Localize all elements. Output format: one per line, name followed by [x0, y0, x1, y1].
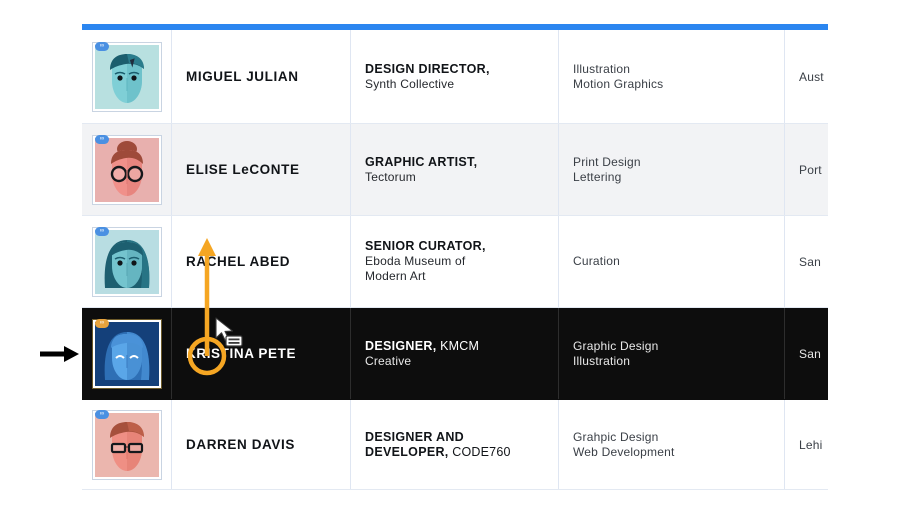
person-name: KRISTINA PETE [186, 346, 297, 361]
skills-cell: Graphic Design Illustration [559, 308, 785, 399]
skill-tag: Curation [573, 254, 620, 268]
location-text: San [799, 254, 821, 269]
avatar-cell: ∞ [82, 400, 172, 489]
name-cell: MIGUEL JULIAN [172, 30, 351, 123]
screenshot-stage: ∞ MIGUEL JULIAN DESIGN DIRECTOR, Synth Coll… [0, 0, 900, 506]
avatar-cell: ∞ [82, 30, 172, 123]
name-cell: KRISTINA PETE [172, 308, 351, 399]
role-title: DESIGNER AND DEVELOPER, CODE760 [365, 429, 511, 459]
role-cell: GRAPHIC ARTIST, Tectorum [351, 124, 559, 215]
location-cell: Port [785, 124, 828, 215]
name-cell: RACHEL ABED [172, 216, 351, 307]
avatar-illustration [94, 229, 159, 294]
skill-tag: Illustration [573, 61, 631, 76]
avatar-darren-davis[interactable]: ∞ [91, 409, 162, 480]
skills-cell: Curation [559, 216, 785, 307]
avatar-kristina-pete[interactable]: ∞ [91, 318, 162, 389]
link-icon: ∞ [94, 409, 109, 419]
table-row[interactable]: ∞ KRISTINA PETE DESIGNER, KMCM Creative Grap… [82, 308, 828, 400]
role-cell: SENIOR CURATOR, Eboda Museum of Modern Art [351, 216, 559, 307]
drag-cursor-icon [215, 317, 243, 347]
link-icon: ∞ [94, 318, 109, 328]
avatar-illustration [94, 137, 159, 202]
avatar-cell: ∞ [82, 308, 172, 399]
role-title: GRAPHIC ARTIST, [365, 154, 478, 169]
role-detail: Creative [365, 353, 412, 368]
avatar-illustration [94, 412, 159, 477]
role-detail: Tectorum [365, 169, 416, 184]
role-title: SENIOR CURATOR, [365, 239, 486, 253]
directory-table-rows: ∞ MIGUEL JULIAN DESIGN DIRECTOR, Synth Coll… [82, 30, 828, 490]
skill-tag: Grahpic Design [573, 429, 659, 444]
role-company: CODE760 [448, 444, 511, 459]
role-cell: DESIGNER, KMCM Creative [351, 308, 559, 399]
location-cell: Lehi [785, 400, 828, 489]
role-cell: DESIGNER AND DEVELOPER, CODE760 [351, 400, 559, 489]
avatar-illustration [94, 321, 159, 386]
skill-tag: Motion Graphics [573, 76, 664, 91]
skill-tag: Print Design [573, 154, 641, 169]
table-row[interactable]: ∞ MIGUEL JULIAN DESIGN DIRECTOR, Synth Coll… [82, 30, 828, 124]
location-cell: San [785, 308, 828, 399]
location-text: San [799, 346, 821, 361]
avatar-cell: ∞ [82, 216, 172, 307]
role-title: DESIGNER, KMCM [365, 338, 480, 353]
skill-tag: Illustration [573, 353, 631, 368]
link-icon: ∞ [94, 226, 109, 236]
role-cell: DESIGN DIRECTOR, Synth Collective [351, 30, 559, 123]
location-text: Port [799, 162, 822, 177]
directory-table-viewport: ∞ MIGUEL JULIAN DESIGN DIRECTOR, Synth Coll… [82, 24, 828, 490]
role-detail: Synth Collective [365, 76, 455, 91]
role-company: KMCM [436, 338, 480, 353]
skills-cell: Print Design Lettering [559, 124, 785, 215]
link-icon: ∞ [94, 134, 109, 144]
role-title: DESIGN DIRECTOR, [365, 61, 490, 76]
table-row[interactable]: ∞ RACHEL ABED SENIOR CURATOR, Eboda Museum … [82, 216, 828, 308]
avatar-cell: ∞ [82, 124, 172, 215]
skill-tag: Web Development [573, 444, 675, 459]
person-name: MIGUEL JULIAN [186, 69, 299, 84]
person-name: ELISE LeCONTE [186, 162, 300, 177]
avatar-illustration [94, 44, 159, 109]
skills-cell: Illustration Motion Graphics [559, 30, 785, 123]
name-cell: ELISE LeCONTE [172, 124, 351, 215]
skill-tag: Graphic Design [573, 338, 659, 353]
avatar-rachel-abed[interactable]: ∞ [91, 226, 162, 297]
name-cell: DARREN DAVIS [172, 400, 351, 489]
skill-tag: Lettering [573, 169, 622, 184]
table-row[interactable]: ∞ DARREN DAVIS DESIGNER AND DEVELOPER, CODE… [82, 400, 828, 490]
role-detail: Eboda Museum of Modern Art [365, 254, 466, 283]
link-icon: ∞ [94, 41, 109, 51]
avatar-elise-leconte[interactable]: ∞ [91, 134, 162, 205]
arrow-right-icon [40, 346, 79, 362]
location-text: Aust [799, 69, 824, 84]
location-text: Lehi [799, 437, 823, 452]
person-name: RACHEL ABED [186, 254, 291, 269]
table-row[interactable]: ∞ ELISE LeCONTE GRAPHIC ARTIST, Tectorum Pri… [82, 124, 828, 216]
skills-cell: Grahpic Design Web Development [559, 400, 785, 489]
location-cell: Aust [785, 30, 828, 123]
location-cell: San [785, 216, 828, 307]
avatar-miguel-julian[interactable]: ∞ [91, 41, 162, 112]
person-name: DARREN DAVIS [186, 437, 295, 452]
